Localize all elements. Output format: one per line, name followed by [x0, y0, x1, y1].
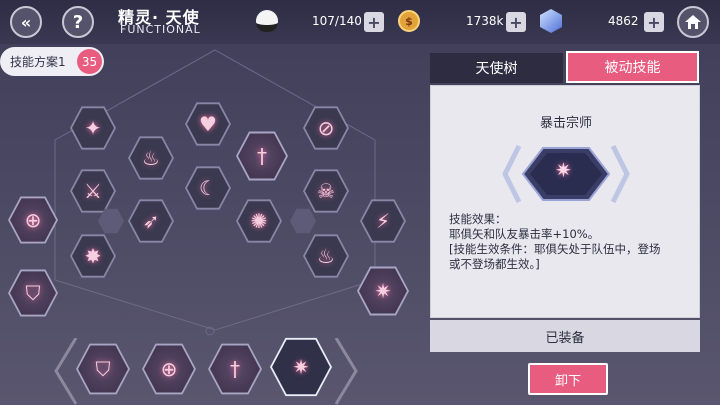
dash-arrow-icon: ➶	[142, 209, 160, 233]
rice-ball-icon	[256, 10, 278, 32]
tab-label: 被动技能	[604, 60, 661, 76]
double-chevron-left-icon: «	[20, 12, 32, 32]
effect-condition: [技能生效条件：耶俱矢处于队伍中，登场	[449, 242, 661, 256]
shield-icon: ⛉	[95, 357, 111, 381]
tab-label: 天使树	[475, 61, 518, 77]
add-gold-button[interactable]: +	[506, 12, 526, 32]
gold-coin-icon: $	[398, 10, 420, 32]
critical-burst-icon: ✷	[292, 355, 310, 379]
back-button[interactable]: «	[10, 6, 42, 38]
gold-value: 1738k	[466, 14, 504, 28]
tab-passive-skills[interactable]: 被动技能	[566, 51, 699, 83]
unequip-button[interactable]: 卸下	[528, 363, 608, 395]
fountain-icon: ♨	[142, 146, 160, 170]
critical-burst-icon: ✷	[555, 158, 572, 182]
critical-burst-icon: ✷	[374, 279, 392, 303]
skill-name: 暴击宗师	[539, 116, 592, 131]
page-subtitle: FUNCTIONAL	[120, 23, 201, 36]
fountain-flame-icon: ♨	[317, 244, 335, 268]
flame-burst-icon: ✸	[84, 244, 102, 268]
home-button[interactable]	[677, 6, 709, 38]
equipped-status: 已装备	[430, 320, 700, 352]
sword-burst-icon: †	[230, 357, 240, 381]
compass-star-icon: ✦	[84, 116, 102, 140]
effect-heading: 技能效果：	[449, 212, 507, 226]
help-button[interactable]: ?	[62, 6, 94, 38]
plus-icon: +	[509, 12, 523, 32]
stamina-value: 107/140	[312, 14, 362, 28]
effect-condition-cont: 或不登场都生效。]	[449, 257, 540, 271]
sword-diagonal-icon: ⚡	[375, 209, 391, 233]
tab-angel-tree[interactable]: 天使树	[430, 53, 563, 83]
sword-up-icon: †	[257, 144, 267, 168]
add-stamina-button[interactable]: +	[364, 12, 384, 32]
swirl-icon: ✺	[250, 209, 268, 233]
effect-text: 耶俱矢和队友暴击率+10%。	[449, 227, 600, 241]
plus-icon: +	[367, 12, 381, 32]
crescent-icon: ☾	[199, 176, 217, 200]
heart-arrow-icon: ♥	[199, 112, 217, 136]
skull-gear-icon: ☠	[317, 179, 335, 203]
shield-icon: ⛉	[25, 281, 41, 305]
add-gems-button[interactable]: +	[644, 12, 664, 32]
skill-detail-panel: 暴击宗师 ✷ 技能效果： 耶俱矢和队友暴击率+10%。 [技能生效条件：耶俱矢处…	[430, 85, 700, 318]
gems-value: 4862	[608, 14, 639, 28]
target-skull-icon: ⊕	[24, 208, 42, 232]
plus-icon: +	[647, 12, 661, 32]
help-icon: ?	[72, 11, 84, 33]
unequip-label: 卸下	[554, 373, 581, 389]
target-skull-icon: ⊕	[160, 357, 178, 381]
shield-slash-icon: ⊘	[317, 116, 335, 140]
home-icon	[685, 15, 701, 29]
crossed-swords-icon: ⚔	[84, 179, 102, 203]
skill-description: 技能效果： 耶俱矢和队友暴击率+10%。 [技能生效条件：耶俱矢处于队伍中，登场…	[449, 212, 694, 272]
